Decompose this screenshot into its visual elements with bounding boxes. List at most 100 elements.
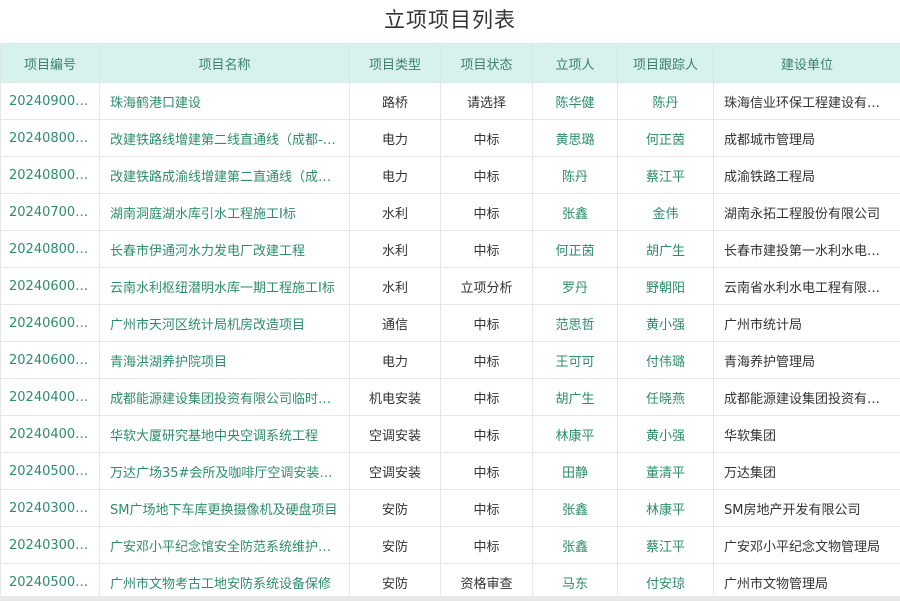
table-row[interactable]: 2024060002广州市天河区统计局机房改造项目通信中标范思哲黄小强广州市统计… [1, 305, 900, 342]
table-row[interactable]: 2024040003华软大厦研究基地中央空调系统工程空调安装中标林康平黄小强华软… [1, 416, 900, 453]
header-project-name[interactable]: 项目名称 [100, 44, 350, 83]
tracker-cell: 付伟璐 [618, 342, 714, 379]
project-type-cell: 电力 [350, 342, 441, 379]
project-id-cell[interactable]: 2024030002 [1, 490, 100, 527]
project-id-cell[interactable]: 2024030007 [1, 527, 100, 564]
creator-cell: 胡广生 [533, 379, 618, 416]
project-type-cell: 安防 [350, 564, 441, 601]
project-id-cell[interactable]: 2024040004 [1, 379, 100, 416]
project-name-link[interactable]: 成都能源建设集团投资有限公司临时办公楼工程 [100, 379, 350, 416]
tracker-cell: 黄小强 [618, 416, 714, 453]
project-type-cell: 水利 [350, 194, 441, 231]
project-name-link[interactable]: SM广场地下车库更换摄像机及硬盘项目 [100, 490, 350, 527]
project-id-cell[interactable]: 2024050001 [1, 453, 100, 490]
header-construction-unit[interactable]: 建设单位 [714, 44, 900, 83]
table-row[interactable]: 2024030007广安邓小平纪念馆安全防范系统维护项目安防中标张鑫蔡江平广安邓… [1, 527, 900, 564]
project-status-cell: 资格审查 [441, 564, 533, 601]
construction-unit-cell: 云南省水利水电工程有限公司 [714, 268, 900, 305]
project-type-cell: 安防 [350, 490, 441, 527]
project-name-link[interactable]: 云南水利枢纽潜明水库一期工程施工Ⅰ标 [100, 268, 350, 305]
project-id-cell[interactable]: 2024080005 [1, 157, 100, 194]
table-row[interactable]: 2024080005改建铁路成渝线增建第二直通线（成渝）电力中标陈丹蔡江平成渝铁… [1, 157, 900, 194]
tracker-cell: 何正茵 [618, 120, 714, 157]
table-row[interactable]: 2024060001青海洪湖养护院项目电力中标王可可付伟璐青海养护管理局 [1, 342, 900, 379]
creator-cell: 田静 [533, 453, 618, 490]
project-id-cell[interactable]: 2024060002 [1, 305, 100, 342]
construction-unit-cell: 成都能源建设集团投资有限公司 [714, 379, 900, 416]
project-status-cell: 中标 [441, 490, 533, 527]
project-type-cell: 空调安装 [350, 416, 441, 453]
project-type-cell: 空调安装 [350, 453, 441, 490]
construction-unit-cell: 华软集团 [714, 416, 900, 453]
table-row[interactable]: 2024050004广州市文物考古工地安防系统设备保修安防资格审查马东付安琼广州… [1, 564, 900, 601]
table-row[interactable]: 2024030002SM广场地下车库更换摄像机及硬盘项目安防中标张鑫林康平SM房… [1, 490, 900, 527]
construction-unit-cell: SM房地产开发有限公司 [714, 490, 900, 527]
project-status-cell: 请选择 [441, 83, 533, 120]
construction-unit-cell: 湖南永拓工程股份有限公司 [714, 194, 900, 231]
project-id-cell[interactable]: 2024040003 [1, 416, 100, 453]
project-name-link[interactable]: 广安邓小平纪念馆安全防范系统维护项目 [100, 527, 350, 564]
table-row[interactable]: 2024080004长春市伊通河水力发电厂改建工程水利中标何正茵胡广生长春市建投… [1, 231, 900, 268]
project-name-link[interactable]: 万达广场35#会所及咖啡厅空调安装工程 [100, 453, 350, 490]
project-id-cell[interactable]: 2024090007 [1, 83, 100, 120]
project-name-link[interactable]: 长春市伊通河水力发电厂改建工程 [100, 231, 350, 268]
header-creator[interactable]: 立项人 [533, 44, 618, 83]
horizontal-scrollbar[interactable] [0, 596, 900, 600]
project-type-cell: 通信 [350, 305, 441, 342]
creator-cell: 何正茵 [533, 231, 618, 268]
project-id-cell[interactable]: 2024050004 [1, 564, 100, 601]
table-header-row: 项目编号 项目名称 项目类型 项目状态 立项人 项目跟踪人 建设单位 [1, 44, 900, 83]
construction-unit-cell: 珠海信业环保工程建设有限公司 [714, 83, 900, 120]
tracker-cell: 陈丹 [618, 83, 714, 120]
project-status-cell: 中标 [441, 527, 533, 564]
project-type-cell: 安防 [350, 527, 441, 564]
project-name-link[interactable]: 广州市文物考古工地安防系统设备保修 [100, 564, 350, 601]
tracker-cell: 黄小强 [618, 305, 714, 342]
project-status-cell: 中标 [441, 305, 533, 342]
construction-unit-cell: 成渝铁路工程局 [714, 157, 900, 194]
project-type-cell: 路桥 [350, 83, 441, 120]
project-status-cell: 立项分析 [441, 268, 533, 305]
project-status-cell: 中标 [441, 379, 533, 416]
tracker-cell: 野朝阳 [618, 268, 714, 305]
creator-cell: 范思哲 [533, 305, 618, 342]
tracker-cell: 胡广生 [618, 231, 714, 268]
header-tracker[interactable]: 项目跟踪人 [618, 44, 714, 83]
project-name-link[interactable]: 华软大厦研究基地中央空调系统工程 [100, 416, 350, 453]
table-row[interactable]: 2024090007珠海鹤港口建设路桥请选择陈华健陈丹珠海信业环保工程建设有限公… [1, 83, 900, 120]
table-row[interactable]: 2024040004成都能源建设集团投资有限公司临时办公楼工程机电安装中标胡广生… [1, 379, 900, 416]
project-status-cell: 中标 [441, 120, 533, 157]
construction-unit-cell: 万达集团 [714, 453, 900, 490]
header-project-id[interactable]: 项目编号 [1, 44, 100, 83]
project-type-cell: 机电安装 [350, 379, 441, 416]
construction-unit-cell: 长春市建投第一水利水电建设有限公司 [714, 231, 900, 268]
project-name-link[interactable]: 珠海鹤港口建设 [100, 83, 350, 120]
creator-cell: 张鑫 [533, 194, 618, 231]
project-name-link[interactable]: 改建铁路成渝线增建第二直通线（成渝） [100, 157, 350, 194]
table-row[interactable]: 2024070006湖南洞庭湖水库引水工程施工Ⅰ标水利中标张鑫金伟湖南永拓工程股… [1, 194, 900, 231]
page-title: 立项项目列表 [0, 0, 900, 43]
table-row[interactable]: 2024060003云南水利枢纽潜明水库一期工程施工Ⅰ标水利立项分析罗丹野朝阳云… [1, 268, 900, 305]
header-project-status[interactable]: 项目状态 [441, 44, 533, 83]
project-id-cell[interactable]: 2024060003 [1, 268, 100, 305]
table-row[interactable]: 2024080006改建铁路线增建第二线直通线（成都-重庆）电力中标黄思璐何正茵… [1, 120, 900, 157]
project-name-link[interactable]: 青海洪湖养护院项目 [100, 342, 350, 379]
project-table: 项目编号 项目名称 项目类型 项目状态 立项人 项目跟踪人 建设单位 20240… [0, 43, 900, 601]
creator-cell: 马东 [533, 564, 618, 601]
project-name-link[interactable]: 改建铁路线增建第二线直通线（成都-重庆） [100, 120, 350, 157]
project-id-cell[interactable]: 2024060001 [1, 342, 100, 379]
table-row[interactable]: 2024050001万达广场35#会所及咖啡厅空调安装工程空调安装中标田静董清平… [1, 453, 900, 490]
project-id-cell[interactable]: 2024070006 [1, 194, 100, 231]
creator-cell: 张鑫 [533, 490, 618, 527]
project-name-link[interactable]: 湖南洞庭湖水库引水工程施工Ⅰ标 [100, 194, 350, 231]
project-type-cell: 水利 [350, 231, 441, 268]
tracker-cell: 任晓燕 [618, 379, 714, 416]
project-id-cell[interactable]: 2024080004 [1, 231, 100, 268]
creator-cell: 陈华健 [533, 83, 618, 120]
project-name-link[interactable]: 广州市天河区统计局机房改造项目 [100, 305, 350, 342]
tracker-cell: 蔡江平 [618, 157, 714, 194]
tracker-cell: 林康平 [618, 490, 714, 527]
header-project-type[interactable]: 项目类型 [350, 44, 441, 83]
project-status-cell: 中标 [441, 342, 533, 379]
project-id-cell[interactable]: 2024080006 [1, 120, 100, 157]
